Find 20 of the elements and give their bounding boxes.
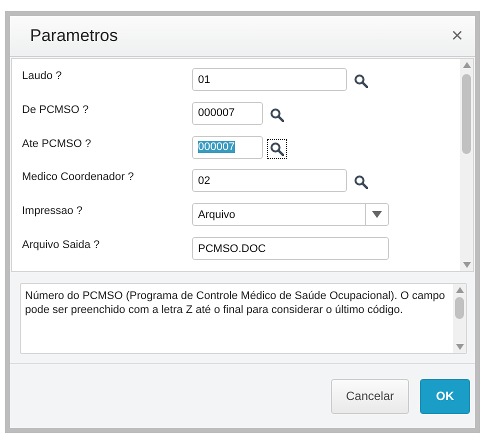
caret-icon: [372, 211, 382, 218]
input-field[interactable]: 02: [192, 169, 347, 192]
close-button[interactable]: ×: [451, 24, 463, 48]
scrollbar[interactable]: [460, 59, 473, 271]
help-text: Número do PCMSO (Programa de Controle Médico de Saúde Ocupacional). O campo pode ser preenchido com a letra Z até o final para considerar o último código.: [24, 289, 446, 318]
field-label: Ate PCMSO ?: [21, 138, 92, 150]
cancel-button[interactable]: Cancelar: [331, 378, 409, 414]
field-label: Arquivo Saida ?: [21, 239, 101, 252]
scroll-thumb[interactable]: [462, 74, 471, 154]
dropdown[interactable]: Arquivo: [192, 203, 389, 226]
field-label: Medico Coordenador ?: [21, 171, 135, 184]
scrollbar[interactable]: [453, 284, 466, 353]
field-label: Impressao ?: [21, 205, 84, 218]
input-field[interactable]: 01: [192, 68, 347, 91]
input-field[interactable]: PCMSO.DOC: [192, 237, 389, 260]
input-field[interactable]: 000007: [192, 102, 263, 125]
field-label: De PCMSO ?: [21, 104, 90, 116]
scroll-thumb[interactable]: [455, 297, 464, 319]
field-label: Laudo ?: [21, 70, 63, 82]
window-title: Parametros: [30, 26, 118, 46]
